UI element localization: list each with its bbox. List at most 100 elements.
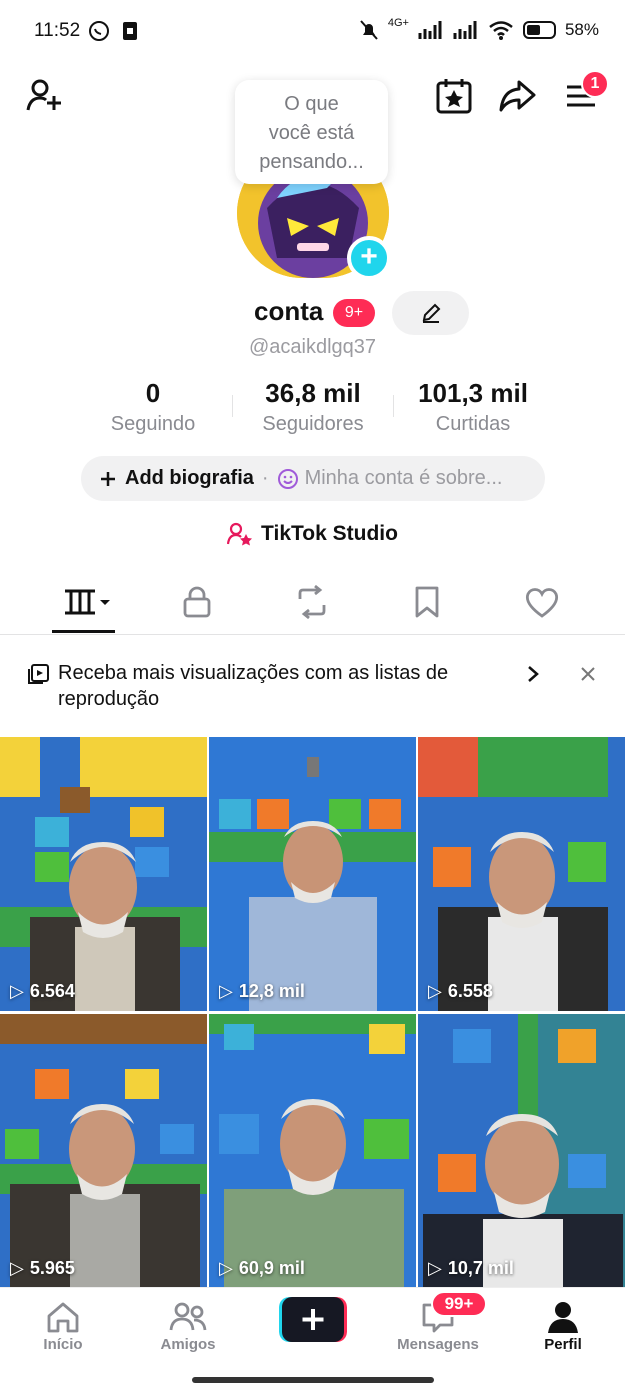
profile-icon [548,1302,578,1333]
profile-name: conta [254,296,324,326]
play-icon: ▷ [428,1258,442,1278]
video-thumbnail[interactable]: ▷ 10,7 mil [418,1014,625,1288]
play-icon: ▷ [219,1258,233,1278]
studio-icon [227,522,253,546]
nav-profile[interactable]: Perfil [513,1298,613,1353]
video-thumbnail[interactable]: ▷ 6.564 [0,737,207,1011]
stat-likes[interactable]: 101,3 mil Curtidas [403,378,543,436]
video-thumbnail-image [0,1014,207,1288]
add-bio-label: Add biografia [125,467,254,489]
play-icon: ▷ [428,981,442,1001]
nav-label: Início [43,1336,83,1353]
view-count: ▷ 6.558 [428,981,493,1002]
battery-icon [522,21,556,39]
pencil-icon [422,303,440,323]
play-icon: ▷ [219,981,233,1001]
sim-icon [123,22,137,40]
view-count-value: 5.965 [29,1258,75,1278]
nav-home[interactable]: Início [13,1298,113,1353]
view-count: ▷ 12,8 mil [219,981,305,1002]
stat-label: Curtidas [435,413,511,435]
view-count: ▷ 6.564 [10,981,75,1002]
banner-text: Receba mais visualizações com as listas … [58,662,449,710]
name-badge[interactable]: 9+ [333,299,375,327]
stat-followers[interactable]: 36,8 mil Seguidores [246,378,380,436]
thought-bubble[interactable]: O que você está pensando... [235,80,388,184]
view-count: ▷ 5.965 [10,1258,75,1279]
tab-liked[interactable] [512,582,572,622]
tab-videos[interactable] [56,582,116,622]
add-story-button[interactable]: + [347,236,391,280]
friends-icon [169,1302,207,1331]
playlist-icon [28,664,49,684]
stat-divider [232,395,233,417]
video-thumbnail-image [209,1014,416,1288]
create-button[interactable] [279,1297,347,1342]
view-count-value: 10,7 mil [447,1258,514,1278]
home-icon [47,1302,79,1333]
stat-value: 36,8 mil [265,378,361,408]
playlist-banner[interactable]: Receba mais visualizações com as listas … [0,648,625,728]
plus-icon [101,471,115,486]
bio-separator: · [261,467,269,489]
home-indicator[interactable] [192,1377,434,1383]
lock-icon [183,586,211,618]
signal-icon [453,21,477,39]
thought-line: pensando... [259,151,364,173]
status-time: 11:52 [34,20,81,41]
video-thumbnail[interactable]: ▷ 6.558 [418,737,625,1011]
close-icon[interactable] [579,665,597,683]
active-tab-indicator [52,630,115,633]
heart-icon [525,588,559,618]
whatsapp-icon [89,21,109,41]
video-thumbnail[interactable]: ▷ 60,9 mil [209,1014,416,1288]
smile-icon [277,468,298,489]
view-count-value: 60,9 mil [238,1258,305,1278]
view-count-value: 12,8 mil [238,981,305,1001]
thought-line: você está [268,122,355,144]
repost-icon [298,585,326,619]
video-thumbnail[interactable]: ▷ 5.965 [0,1014,207,1288]
nav-label: Mensagens [397,1336,479,1353]
add-friend-icon[interactable] [24,76,64,116]
edit-profile-button[interactable] [392,291,469,335]
videos-grid-icon [65,589,110,615]
view-count-value: 6.558 [447,981,493,1001]
video-thumbnail-image [209,737,416,1011]
stat-divider [393,395,394,417]
mute-icon [360,20,378,40]
status-bar: 11:52 4G+ 58% [0,0,625,64]
bookmark-icon [415,586,439,618]
battery-percent: 58% [564,20,599,39]
stat-label: Seguidores [262,413,364,435]
share-icon[interactable] [497,76,537,116]
play-icon: ▷ [10,981,24,1001]
network-type: 4G+ [387,17,409,29]
profile-tabs [0,570,625,635]
studio-label: TikTok Studio [261,522,398,545]
bio-hint: Minha conta é sobre... [304,467,503,489]
view-count: ▷ 60,9 mil [219,1258,305,1279]
bottom-nav: Início Amigos Mensagens Perfil [0,1287,625,1391]
stat-following[interactable]: 0 Seguindo [103,378,203,436]
wifi-icon [489,21,513,40]
tab-favorites[interactable] [397,582,457,622]
nav-friends[interactable]: Amigos [138,1298,238,1353]
add-bio-pill[interactable]: Add biografia · Minha conta é sobre... [81,456,545,501]
calendar-star-icon[interactable] [434,76,474,116]
video-thumbnail-image [0,737,207,1011]
stat-value: 0 [145,378,161,408]
tab-reposts[interactable] [282,582,342,622]
nav-label: Perfil [544,1336,582,1353]
nav-label: Amigos [160,1336,216,1353]
signal-icon [418,21,442,39]
thought-line: O que [284,93,339,115]
menu-badge: 1 [581,70,609,98]
tab-private[interactable] [167,582,227,622]
play-icon: ▷ [10,1258,24,1278]
view-count-value: 6.564 [29,981,75,1001]
video-thumbnail[interactable]: ▷ 12,8 mil [209,737,416,1011]
chevron-right-icon[interactable] [525,664,541,684]
video-thumbnail-image [418,737,625,1011]
tiktok-studio-link[interactable]: TikTok Studio [0,522,625,546]
